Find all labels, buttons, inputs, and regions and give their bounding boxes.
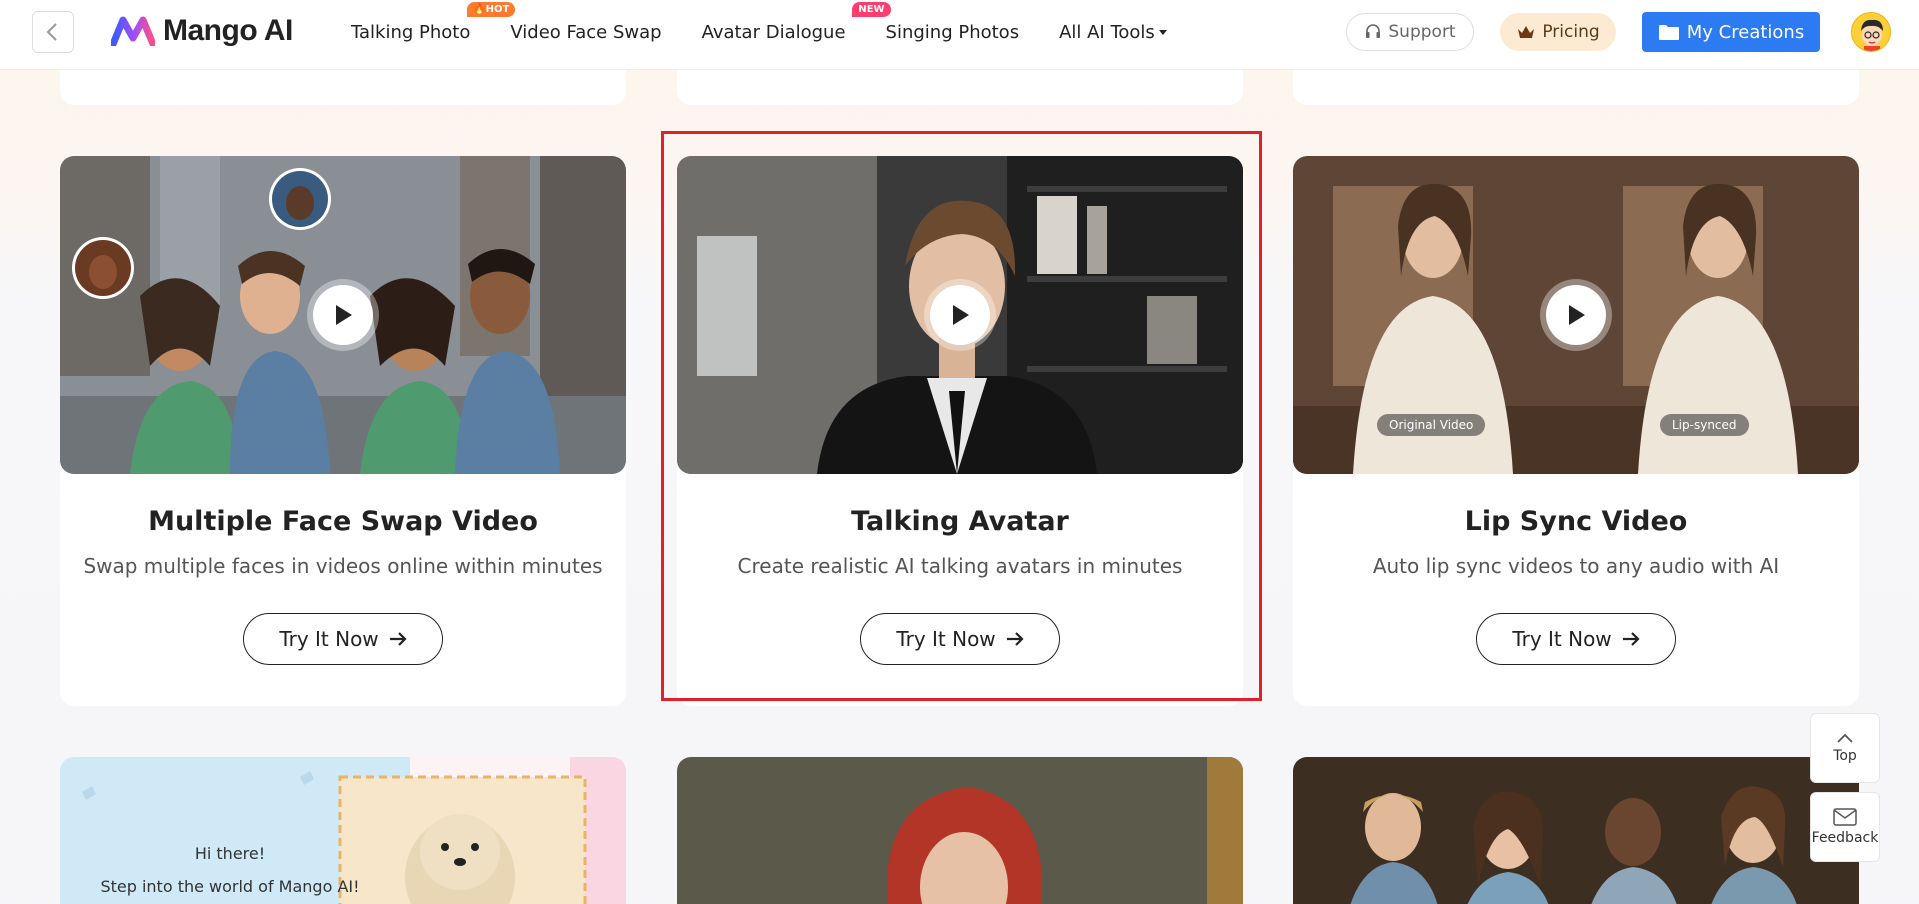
- user-avatar-icon: [1852, 13, 1890, 51]
- tool-card-multiple-face-swap[interactable]: Multiple Face Swap Video Swap multiple f…: [60, 156, 626, 706]
- try-label: Try It Now: [896, 627, 996, 651]
- original-video-tag: Original Video: [1377, 414, 1486, 436]
- back-to-top-button[interactable]: Top: [1810, 713, 1880, 783]
- nav-label: Avatar Dialogue: [701, 21, 846, 43]
- nav-video-face-swap[interactable]: Video Face Swap: [510, 22, 661, 43]
- logo-text: Mango AI: [163, 14, 293, 47]
- hot-badge: 🔥HOT: [467, 1, 516, 17]
- top-navigation-bar: Mango AI Talking Photo 🔥HOT Video Face S…: [0, 0, 1919, 70]
- crown-icon: [1518, 26, 1535, 38]
- nav-all-ai-tools[interactable]: All AI Tools: [1059, 22, 1167, 43]
- my-creations-label: My Creations: [1686, 21, 1805, 43]
- tool-card-bottom-3[interactable]: [1293, 757, 1859, 904]
- nav-talking-photo[interactable]: Talking Photo 🔥HOT: [351, 1, 516, 43]
- pricing-label: Pricing: [1542, 22, 1600, 42]
- chevron-up-icon: [1837, 733, 1853, 743]
- back-button[interactable]: [32, 11, 74, 53]
- nav-label: Video Face Swap: [510, 21, 662, 43]
- try-it-now-button[interactable]: Try It Now: [243, 613, 443, 665]
- nav-label: Talking Photo: [351, 21, 471, 43]
- main-nav: Talking Photo 🔥HOT Video Face Swap Avata…: [351, 0, 1207, 64]
- card-title: Multiple Face Swap Video: [148, 506, 538, 537]
- arrow-right-icon: [1006, 632, 1024, 646]
- play-button[interactable]: [924, 279, 996, 351]
- nav-singing-photos[interactable]: Singing Photos: [886, 22, 1020, 43]
- card-thumbnail[interactable]: [60, 156, 626, 474]
- feedback-label: Feedback: [1811, 830, 1879, 846]
- card-thumbnail[interactable]: [677, 156, 1243, 474]
- try-it-now-button[interactable]: Try It Now: [860, 613, 1060, 665]
- card-thumbnail[interactable]: Original Video Lip-synced: [1293, 156, 1859, 474]
- chevron-left-icon: [46, 23, 57, 41]
- support-label: Support: [1388, 22, 1456, 42]
- greeting-text: Hi there! Step into the world of Mango A…: [60, 837, 400, 903]
- tool-card-bottom-2[interactable]: [677, 757, 1243, 904]
- try-it-now-button[interactable]: Try It Now: [1476, 613, 1676, 665]
- try-label: Try It Now: [1512, 627, 1612, 651]
- arrow-right-icon: [389, 632, 407, 646]
- greeting-line-2: Step into the world of Mango AI!: [100, 877, 360, 896]
- play-icon: [953, 305, 969, 325]
- support-button[interactable]: Support: [1346, 13, 1474, 51]
- caret-down-icon: [1158, 30, 1167, 35]
- headset-icon: [1366, 24, 1381, 38]
- greeting-line-1: Hi there!: [194, 844, 266, 863]
- lip-synced-tag: Lip-synced: [1660, 414, 1749, 436]
- pricing-button[interactable]: Pricing: [1500, 13, 1616, 51]
- top-label: Top: [1833, 748, 1857, 764]
- new-badge: NEW: [852, 1, 891, 17]
- card-title: Talking Avatar: [851, 506, 1069, 537]
- arrow-right-icon: [1622, 632, 1640, 646]
- portrait-preview-image: [677, 757, 1243, 904]
- feedback-button[interactable]: Feedback: [1810, 792, 1880, 862]
- play-icon: [1569, 305, 1585, 325]
- nav-label: Singing Photos: [885, 21, 1020, 43]
- nav-avatar-dialogue[interactable]: Avatar Dialogue NEW: [701, 1, 891, 43]
- card-description: Create realistic AI talking avatars in m…: [737, 554, 1183, 578]
- mail-icon: [1833, 808, 1857, 826]
- nav-label: All AI Tools: [1059, 21, 1155, 43]
- play-button[interactable]: [1540, 279, 1612, 351]
- play-icon: [336, 305, 352, 325]
- tool-card-talking-avatar[interactable]: Talking Avatar Create realistic AI talki…: [677, 156, 1243, 706]
- my-creations-button[interactable]: My Creations: [1642, 12, 1820, 52]
- mango-logo-icon: [111, 16, 155, 46]
- mango-ai-logo[interactable]: Mango AI: [111, 14, 293, 48]
- group-preview-image: [1293, 757, 1859, 904]
- try-label: Try It Now: [279, 627, 379, 651]
- tool-card-lip-sync-video[interactable]: Original Video Lip-synced Lip Sync Video…: [1293, 156, 1859, 706]
- user-avatar[interactable]: [1851, 12, 1891, 52]
- card-title: Lip Sync Video: [1464, 506, 1688, 537]
- play-button[interactable]: [307, 279, 379, 351]
- card-description: Swap multiple faces in videos online wit…: [83, 554, 603, 578]
- tool-card-bottom-1[interactable]: Hi there! Step into the world of Mango A…: [60, 757, 626, 904]
- card-description: Auto lip sync videos to any audio with A…: [1372, 554, 1780, 578]
- folder-icon: [1658, 25, 1679, 40]
